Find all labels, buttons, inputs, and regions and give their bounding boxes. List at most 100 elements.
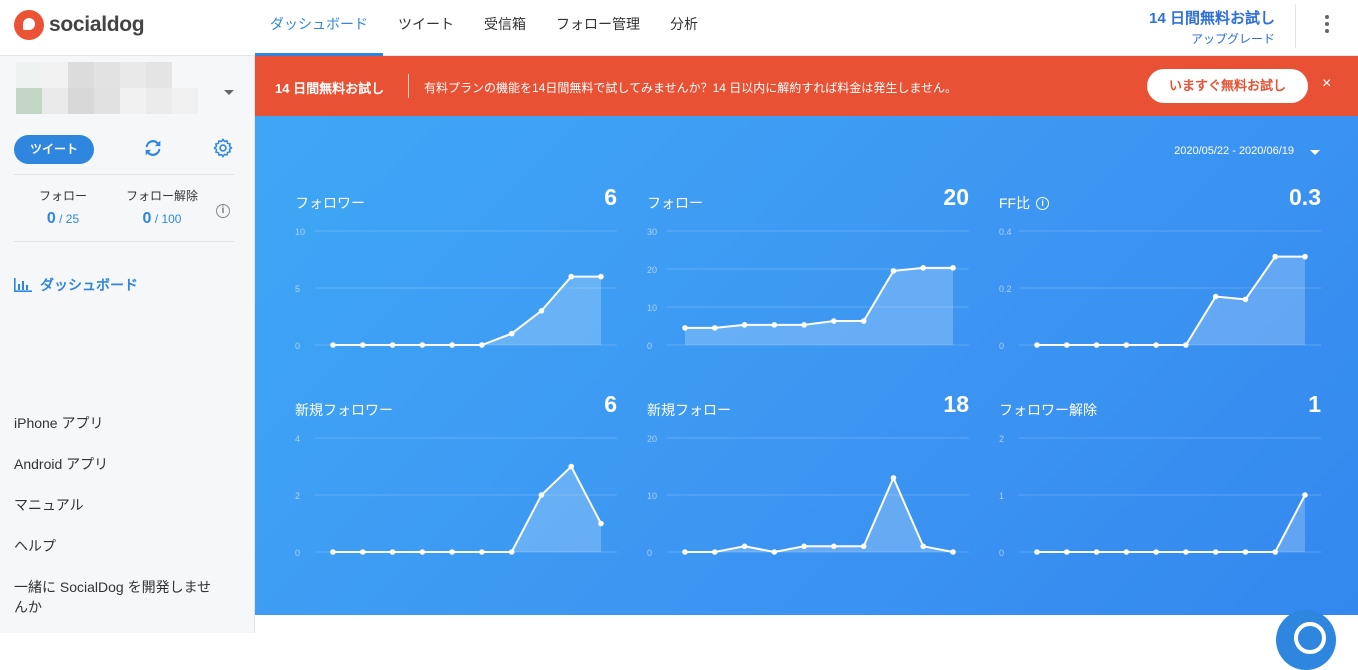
chart-card-ff-ratio: FF比 i 0.3 0 0.2 0.4 6/9 6/11 6/13 6/15 6/17 <box>999 184 1321 378</box>
data-point <box>479 549 485 555</box>
chart-value: 18 <box>943 391 969 417</box>
chart-value: 0.3 <box>1289 184 1321 210</box>
data-point <box>801 322 807 328</box>
series-area <box>685 477 953 552</box>
data-point <box>771 322 778 328</box>
chart-plot: 0 1 2 6/9 6/11 6/13 6/15 6/17 <box>999 434 1321 558</box>
y-tick-label: 0 <box>647 548 652 558</box>
sidebar-item-label: ダッシュボード <box>40 277 138 293</box>
data-point <box>741 322 748 328</box>
chat-support-button[interactable] <box>1276 610 1336 670</box>
data-point <box>449 342 455 348</box>
data-point <box>330 342 336 348</box>
sidebar-link-android-app[interactable]: Android アプリ <box>14 454 108 474</box>
y-tick-label: 0 <box>999 548 1004 558</box>
data-point <box>920 543 927 550</box>
data-point <box>831 318 837 324</box>
data-point <box>890 268 897 274</box>
data-point <box>479 342 485 348</box>
chart-value: 6 <box>604 184 617 210</box>
x-tick-label: 6/17 <box>914 557 932 558</box>
data-point <box>508 549 515 555</box>
data-point <box>860 543 867 550</box>
y-tick-label: 0 <box>295 548 300 558</box>
y-tick-label: 20 <box>647 265 657 275</box>
chart-title: フォロワー解除 <box>999 402 1097 418</box>
x-tick-label: 6/13 <box>443 557 461 558</box>
data-point <box>1063 549 1070 555</box>
data-point <box>920 265 927 271</box>
data-point <box>568 273 575 280</box>
data-point <box>330 549 336 555</box>
data-point <box>682 549 688 555</box>
close-icon[interactable]: × <box>1322 75 1331 93</box>
sidebar-item-dashboard[interactable]: ダッシュボード <box>14 275 138 295</box>
follow-limit: / 25 <box>55 212 80 226</box>
nav-dashboard[interactable]: ダッシュボード <box>255 0 383 56</box>
tweet-button[interactable]: ツイート <box>14 135 94 164</box>
y-tick-label: 10 <box>647 491 657 501</box>
data-point <box>860 318 867 324</box>
upgrade-label: アップグレード <box>1190 32 1275 46</box>
date-range[interactable]: 2020/05/22 - 2020/06/19 <box>1174 145 1294 157</box>
x-tick-label: 6/9 <box>327 350 340 351</box>
data-point <box>1153 342 1159 348</box>
data-point <box>538 308 545 314</box>
data-point <box>1034 549 1040 555</box>
y-tick-label: 0.2 <box>999 284 1012 294</box>
data-point <box>1302 492 1308 498</box>
account-avatar[interactable] <box>16 62 198 114</box>
data-point <box>1153 549 1159 555</box>
x-tick-label: 6/15 <box>503 557 521 558</box>
nav-analytics[interactable]: 分析 <box>655 0 713 56</box>
start-trial-button[interactable]: いますぐ無料お試し <box>1147 69 1308 103</box>
follow-stat: フォロー 0 / 25 <box>30 187 96 228</box>
sidebar: ツイート フォロー 0 / 25 フォロー解除 0 / 100 i ダッシュボー… <box>0 56 255 633</box>
trial-upgrade-link[interactable]: 14 日間無料お試し アップグレード <box>1149 7 1275 47</box>
logo[interactable]: socialdog <box>14 10 145 40</box>
sidebar-link-iphone-app[interactable]: iPhone アプリ <box>14 413 103 433</box>
data-point <box>1212 549 1219 555</box>
gear-icon[interactable] <box>212 137 234 159</box>
chart-value: 6 <box>604 391 617 417</box>
trial-banner: 14 日間無料お試し 有料プランの機能を14日間無料で試してみませんか？14 日… <box>255 56 1358 116</box>
series-area <box>685 267 953 345</box>
more-vertical-icon[interactable] <box>1317 12 1337 38</box>
chart-card-new-following: 新規フォロー 18 0 10 20 6/9 6/11 6/13 6/15 6/17 <box>647 391 969 585</box>
chart-plot: 0 0.2 0.4 6/9 6/11 6/13 6/15 6/17 <box>999 227 1321 351</box>
data-point <box>711 325 718 331</box>
data-point <box>419 549 426 555</box>
account-dropdown-icon[interactable] <box>224 90 234 95</box>
x-tick-label: 6/17 <box>562 557 580 558</box>
banner-title: 14 日間無料お試し <box>275 81 385 96</box>
footer-strip <box>255 615 1358 633</box>
info-icon[interactable]: i <box>216 204 230 218</box>
x-tick-label: 6/15 <box>1207 350 1225 351</box>
x-tick-label: 6/13 <box>1147 350 1165 351</box>
nav-inbox[interactable]: 受信箱 <box>469 0 541 56</box>
divider <box>1295 4 1296 48</box>
dog-logo-icon <box>14 10 44 40</box>
sidebar-link-help[interactable]: ヘルプ <box>14 536 56 556</box>
nav-follow-management[interactable]: フォロー管理 <box>541 0 655 56</box>
x-tick-label: 6/9 <box>679 350 692 351</box>
x-tick-label: 6/15 <box>855 557 873 558</box>
data-point <box>1242 296 1249 303</box>
x-tick-label: 6/9 <box>1031 350 1044 351</box>
banner-message: 有料プランの機能を14日間無料で試してみませんか？14 日以内に解約すれば料金は… <box>424 81 957 95</box>
data-point <box>1093 549 1100 555</box>
sidebar-link-develop-with-us[interactable]: 一緒に SocialDog を開発しませ <box>14 577 211 597</box>
nav-tweet[interactable]: ツイート <box>383 0 469 56</box>
chevron-down-icon[interactable] <box>1310 150 1320 155</box>
refresh-icon[interactable] <box>142 137 164 159</box>
divider <box>14 174 234 175</box>
data-point <box>449 549 455 555</box>
sidebar-link-develop-with-us-cont[interactable]: んか <box>14 597 42 617</box>
info-icon[interactable]: i <box>1036 196 1050 210</box>
x-tick-label: 6/11 <box>384 557 401 558</box>
trial-title: 14 日間無料お試し <box>1149 10 1275 27</box>
data-point <box>359 549 366 555</box>
main-nav: ダッシュボード ツイート 受信箱 フォロー管理 分析 <box>255 0 713 56</box>
x-tick-label: 6/13 <box>795 350 813 351</box>
sidebar-link-manual[interactable]: マニュアル <box>14 495 84 515</box>
